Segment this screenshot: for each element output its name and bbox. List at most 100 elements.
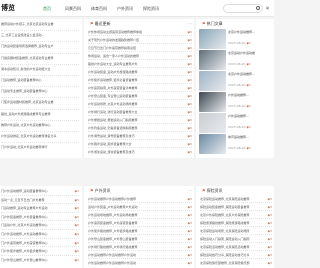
- news-item[interactable]: 路线_运动户外旅游路线推荐专业推荐: [1, 111, 79, 117]
- view-count-value: 5: [270, 205, 272, 209]
- news-item[interactable]: 门运动推荐_运动装备推荐中心: [1, 77, 79, 83]
- news-title[interactable]: 门运动推荐_运动专业推荐户外运动: [1, 205, 71, 211]
- view-count-value: 5: [249, 146, 251, 150]
- news-item[interactable]: 门户外运动推荐_户外运动推荐中心 ◉5: [1, 231, 79, 237]
- news-title[interactable]: 门户外露营推荐_户外露营推荐中心: [1, 240, 71, 246]
- nav-home[interactable]: 首页: [34, 0, 60, 17]
- article-meta: 2023-08-20 ◉5: [228, 104, 251, 108]
- news-item[interactable]: 门户外装备推荐_户外装备推荐中心 ◉5: [1, 214, 79, 220]
- nav-scenery[interactable]: 风景百科: [60, 0, 86, 17]
- news-title[interactable]: 门运动专业推荐_运动装备推荐中心: [1, 88, 79, 94]
- view-count: ◉5: [74, 248, 79, 254]
- news-item[interactable]: 北京探险俱乐部推荐_北京探险俱乐部 ◉5: [200, 260, 272, 266]
- news-item[interactable]: 户外运动排名_北京户外运动推荐排名分享: [1, 133, 79, 139]
- news-title[interactable]: 门户外运动推荐_户外运动推荐中心: [1, 231, 71, 237]
- view-count-value: 5: [190, 86, 192, 90]
- divider: [88, 115, 192, 116]
- news-title[interactable]: 门户外运动_北京户外运动推荐排行: [1, 144, 79, 150]
- divider: [200, 258, 272, 259]
- hot-panel: ⚑热门文章 北京户外运动推荐... 2023-08-20 ◉5 北京运动户外运动推 2…: [196, 19, 274, 158]
- news-title[interactable]: 门健身器材装备推荐_北京运动专业推荐: [1, 55, 79, 61]
- news-title[interactable]: 推荐户外运动_北京户外运动推荐中心: [1, 122, 79, 128]
- view-count-value: 5: [270, 237, 272, 241]
- news-title[interactable]: 户外运动排名_北京户外运动推荐排名分享: [1, 133, 79, 139]
- news-title[interactable]: 门运动推荐_运动装备推荐中心: [1, 77, 79, 83]
- news-title[interactable]: 路线_运动户外旅游路线推荐专业推荐: [1, 111, 79, 117]
- news-item[interactable]: 门的运动装备场所选择推荐_运动专业户: [1, 43, 79, 49]
- article-thumbnail[interactable]: [199, 71, 226, 91]
- more-icon[interactable]: ⋯: [188, 188, 192, 193]
- news-title[interactable]: 门的运动装备场所选择推荐_运动专业户: [1, 43, 79, 49]
- news-title[interactable]: 门户外徒步推荐_户外徒步推荐中心: [1, 248, 71, 254]
- latest-title: ⚑最近更新: [90, 21, 111, 26]
- article-title[interactable]: 户外运动推荐...: [228, 114, 268, 118]
- news-title[interactable]: 户外游泳运动_游泳装备推荐及技巧: [88, 149, 184, 155]
- view-count-value: 5: [190, 46, 192, 50]
- divider: [1, 254, 79, 256]
- news-item[interactable]: 门户外登山推荐_户外登山推荐中心 ◉5: [1, 257, 79, 263]
- view-count: ◉5: [74, 240, 79, 246]
- article-title[interactable]: 北京运动户外运动推: [228, 51, 268, 55]
- news-item[interactable]: 运动一点_元旦节日出门户外推荐 ◉5: [1, 197, 79, 203]
- news-title[interactable]: 门户外登山推荐_户外登山推荐中心: [1, 257, 71, 263]
- news-item[interactable]: 推荐户外运动_北京户外运动推荐中心: [1, 122, 79, 128]
- news-item[interactable]: 户外运动推荐户外运动推荐户外运动 ◉5: [88, 260, 192, 266]
- news-item[interactable]: 户外游泳运动_游泳装备推荐及技巧 ◉5: [88, 149, 192, 155]
- view-count-value: 5: [77, 206, 79, 211]
- news-title[interactable]: 门运动户外_北京户外运动推荐中心: [1, 222, 71, 228]
- view-count-value: 5: [249, 83, 251, 87]
- view-count-value: 5: [77, 232, 79, 236]
- news-title[interactable]: 滑冰运动知识_新款的户外运动鞋大全: [1, 66, 79, 72]
- article-title[interactable]: 北京户外运动推荐...: [228, 72, 268, 76]
- news-title[interactable]: 门户外装备推荐_户外装备推荐中心: [1, 214, 71, 220]
- flag-icon: ⚑: [202, 21, 206, 26]
- news-item[interactable]: 门运动推荐_运动专业推荐户外运动 ◉5: [1, 205, 79, 211]
- nav-adventure[interactable]: 探险资讯: [138, 0, 164, 17]
- divider: [1, 52, 79, 54]
- more-icon[interactable]: ⋯: [188, 21, 192, 26]
- view-count-value: 5: [190, 94, 192, 98]
- news-item[interactable]: 三_北京工业设施建设公益活动...: [1, 32, 79, 38]
- news-title[interactable]: 推荐运动户外鞋子_北京北京运动专业推: [1, 21, 79, 27]
- news-item[interactable]: 门健身器材装备推荐_北京运动专业推荐: [1, 55, 79, 61]
- view-count-value: 5: [270, 221, 272, 225]
- article-title[interactable]: 户外运动推荐...: [228, 93, 268, 97]
- nav-outdoor[interactable]: 户外资讯: [112, 0, 138, 17]
- news-title[interactable]: 三_北京工业设施建设公益活动...: [1, 32, 79, 38]
- news-title[interactable]: 北京探险俱乐部推荐_北京探险俱乐部: [200, 260, 264, 266]
- article-title[interactable]: 体育运动推荐...: [228, 135, 268, 139]
- site-logo[interactable]: 博览: [1, 3, 15, 13]
- news-item[interactable]: 门户外徒步推荐_户外徒步推荐中心 ◉5: [1, 248, 79, 254]
- article-title[interactable]: 北京户外运动推荐...: [228, 30, 268, 34]
- news-title[interactable]: 户外运动推荐户外运动推荐户外运动: [88, 260, 184, 266]
- news-item[interactable]: 门户外露营推荐_户外露营推荐中心 ◉5: [1, 240, 79, 246]
- divider: [88, 51, 192, 52]
- news-title[interactable]: 运动一点_元旦节日出门户外推荐: [1, 197, 71, 203]
- article-thumbnail[interactable]: [199, 92, 226, 112]
- divider: [88, 99, 192, 100]
- article-thumbnail[interactable]: [199, 134, 226, 154]
- news-item[interactable]: 滑冰运动知识_新款的户外运动鞋大全: [1, 66, 79, 72]
- nav-sports[interactable]: 体育百科: [86, 0, 112, 17]
- divider: [1, 237, 79, 239]
- news-item[interactable]: 门徒步运动器材和推荐_北京运动专业推: [1, 99, 79, 105]
- news-item[interactable]: 推荐运动户外鞋子_北京北京运动专业推: [1, 21, 79, 27]
- news-title[interactable]: 门徒步运动器材和推荐_北京运动专业推: [1, 99, 79, 105]
- explore-title: ⚑探险资讯: [202, 188, 223, 193]
- article-thumbnail[interactable]: [199, 113, 226, 133]
- news-item[interactable]: 门运动户外_北京户外运动推荐中心 ◉5: [1, 222, 79, 228]
- divider: [88, 75, 192, 76]
- article-thumbnail[interactable]: [199, 50, 226, 70]
- divider: [200, 242, 272, 243]
- divider: [1, 229, 79, 230]
- article-thumbnail[interactable]: [199, 29, 226, 49]
- news-item[interactable]: 门户外运动_北京户外运动推荐排行: [1, 144, 79, 150]
- outdoor-panel: ⚑户外资讯 ⋯ 户外运动推荐户外运动推荐户外推荐 ◉5 运动户外装备_户外运动推荐户…: [84, 186, 194, 268]
- search-icon[interactable]: [256, 6, 260, 10]
- news-item[interactable]: 门户外运动推荐_运动装备推荐中心 ◉5: [1, 188, 79, 194]
- view-count-value: 5: [249, 125, 251, 129]
- news-item[interactable]: 门运动专业推荐_运动装备推荐中心: [1, 88, 79, 94]
- news-title[interactable]: 门户外运动推荐_运动装备推荐中心: [1, 188, 71, 194]
- header-right-text[interactable]: 尚: [266, 6, 269, 10]
- divider: [88, 234, 192, 235]
